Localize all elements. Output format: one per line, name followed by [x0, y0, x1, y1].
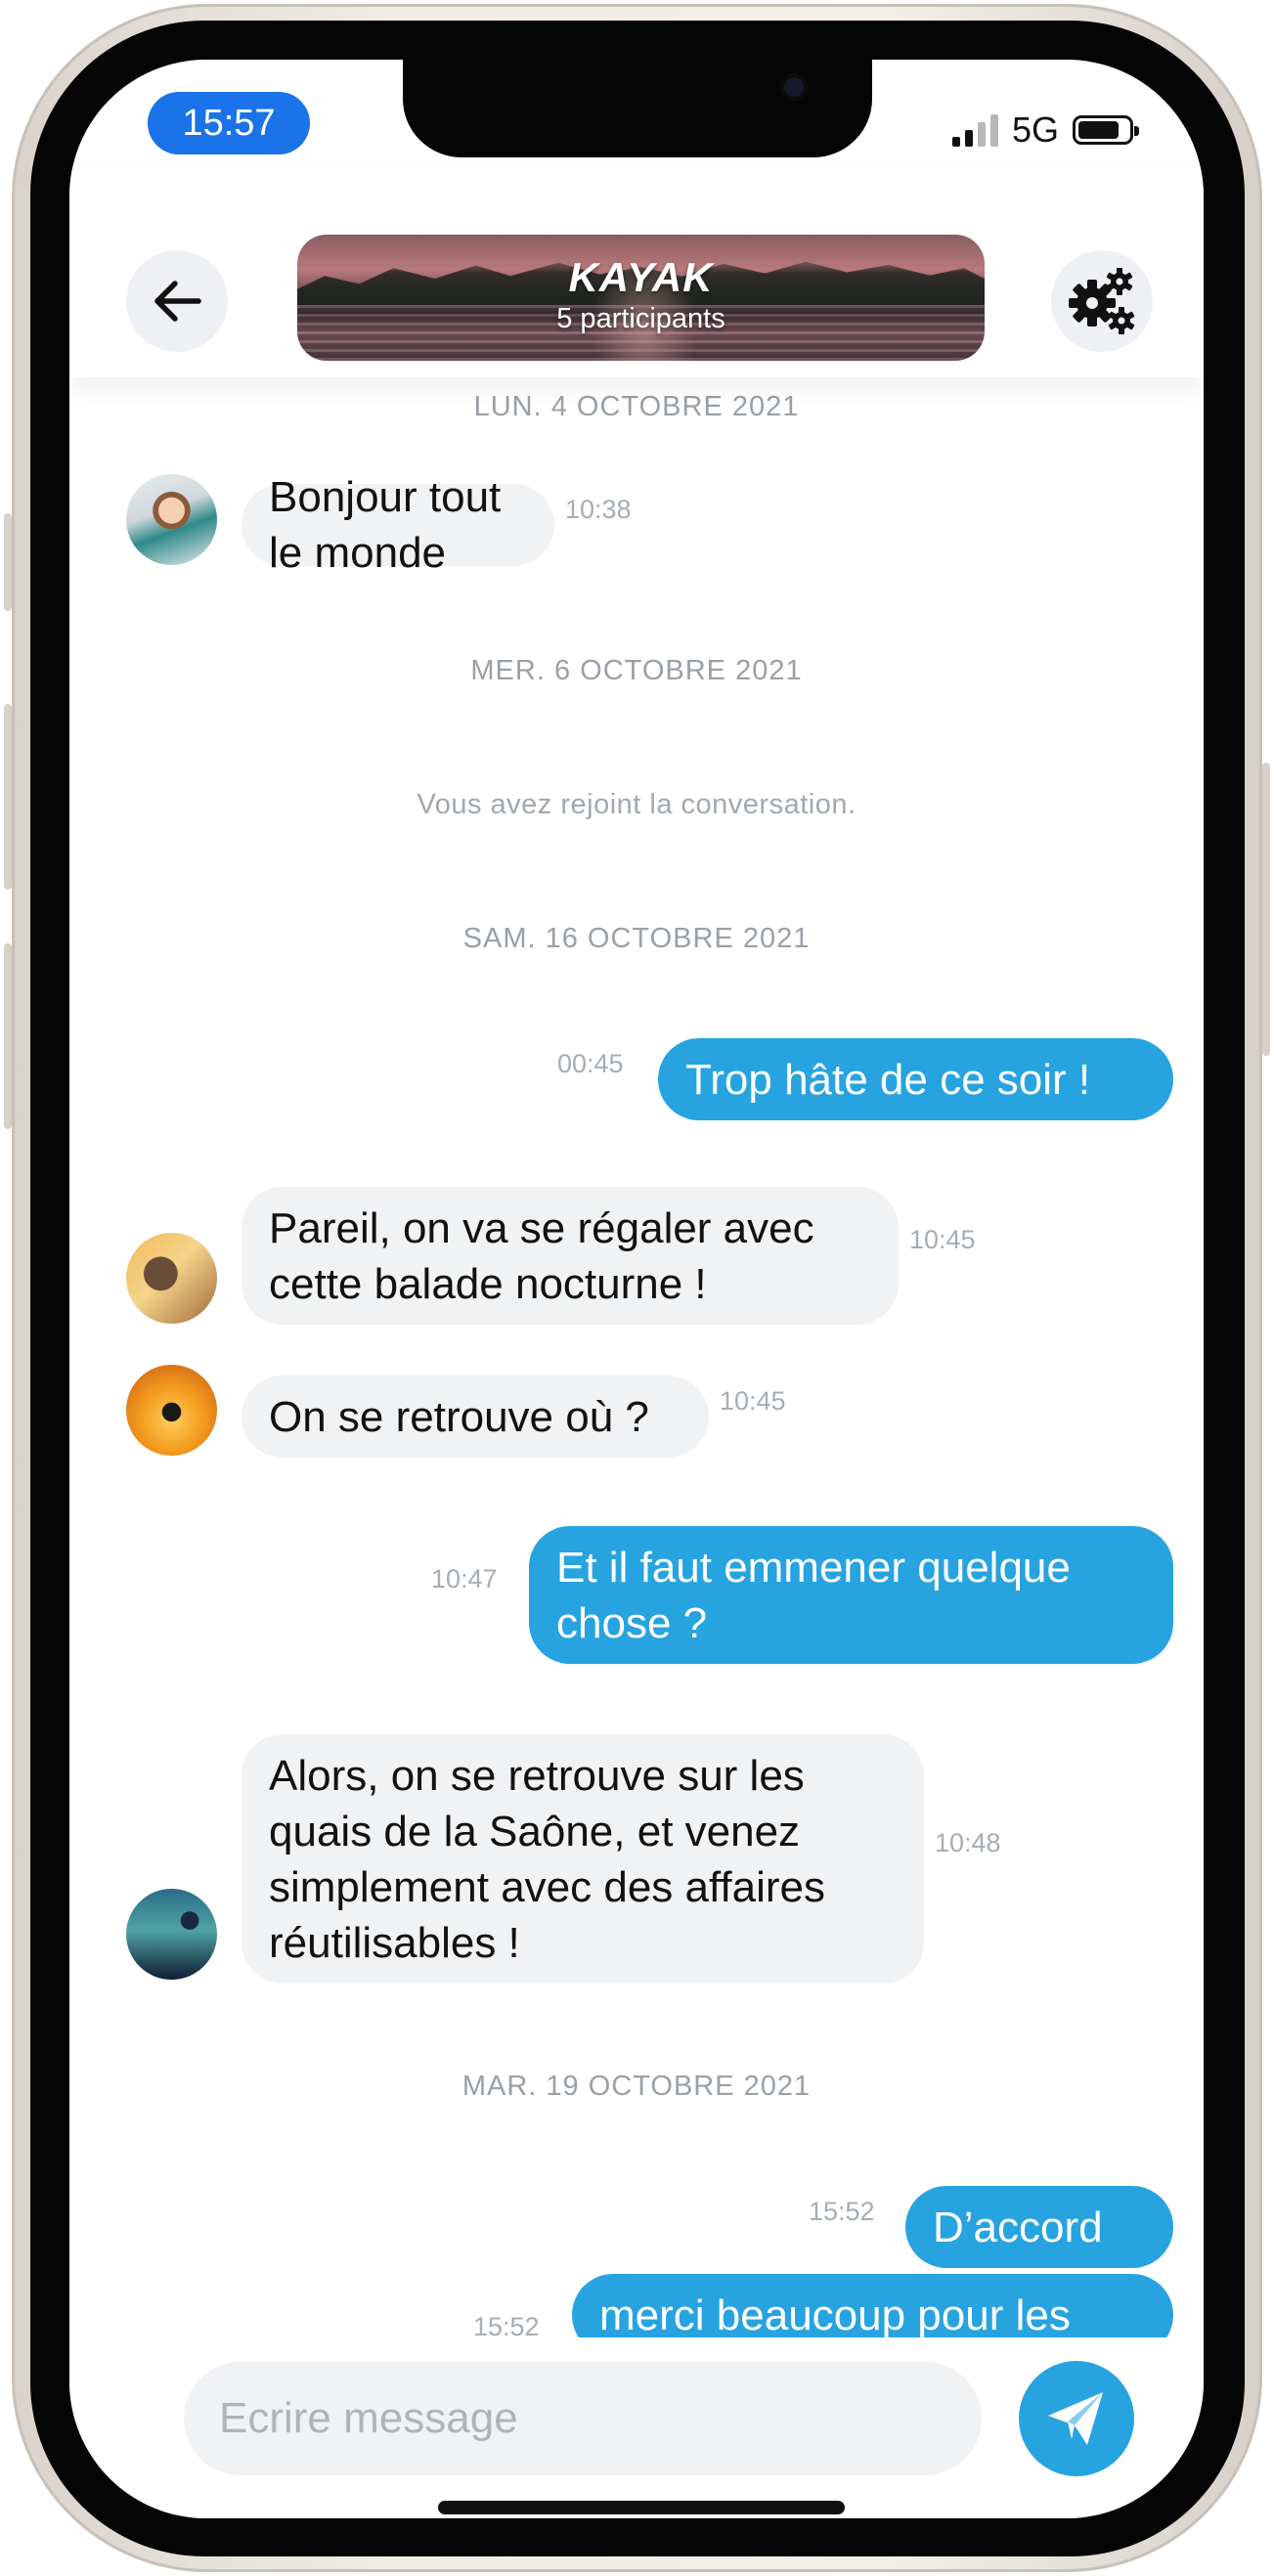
outgoing-message-bubble[interactable]: Trop hâte de ce soir !	[658, 1038, 1173, 1120]
back-button[interactable]	[126, 250, 228, 352]
composer	[69, 2337, 1204, 2518]
system-notice: Vous avez rejoint la conversation.	[417, 789, 857, 820]
send-button[interactable]	[1019, 2361, 1134, 2476]
incoming-message-bubble[interactable]: On se retrouve où ?	[242, 1375, 709, 1458]
date-separator: LUN. 4 OCTOBRE 2021	[473, 391, 800, 422]
paper-plane-icon	[1048, 2392, 1103, 2445]
message-timestamp: 10:48	[935, 1828, 1001, 1857]
home-indicator	[438, 2501, 845, 2514]
status-time: 15:57	[148, 92, 310, 154]
screen: 15:57 5G LUN. 4 OCTOBRE 2021 Bonjour tout…	[69, 60, 1204, 2518]
notch	[403, 60, 872, 157]
settings-button[interactable]	[1051, 250, 1153, 352]
group-name: KAYAK	[568, 254, 714, 300]
network-type: 5G	[1012, 109, 1060, 150]
chat-header: KAYAK 5 participants	[69, 167, 1204, 377]
signal-icon	[952, 113, 998, 147]
message-timestamp: 10:45	[909, 1225, 976, 1254]
side-button-action	[4, 513, 12, 611]
message-timestamp: 10:47	[431, 1564, 498, 1594]
date-separator: SAM. 16 OCTOBRE 2021	[462, 923, 811, 954]
status-indicators: 5G	[952, 109, 1140, 150]
message-text: merci beaucoup pour les	[599, 2291, 1071, 2339]
message-text: Pareil, on va se régaler avec cette bala…	[269, 1203, 814, 1308]
message-list[interactable]: LUN. 4 OCTOBRE 2021 Bonjour tout le monde…	[69, 60, 1204, 2356]
avatar[interactable]	[126, 1365, 217, 1456]
message-text: Alors, on se retrouve sur les quais de l…	[269, 1751, 826, 1967]
battery-icon	[1073, 115, 1140, 145]
message-input[interactable]	[184, 2362, 982, 2475]
participant-count: 5 participants	[556, 303, 725, 334]
incoming-message-bubble[interactable]: Bonjour tout le monde	[242, 473, 554, 577]
avatar[interactable]	[126, 474, 217, 565]
outgoing-message-bubble[interactable]: Et il faut emmener quelque chose ?	[529, 1526, 1173, 1664]
side-button-volume-down	[4, 943, 12, 1129]
message-timestamp: 10:45	[720, 1386, 786, 1416]
date-separator: MAR. 19 OCTOBRE 2021	[461, 2071, 812, 2102]
message-timestamp: 10:38	[565, 495, 632, 524]
incoming-message-bubble[interactable]: Pareil, on va se régaler avec cette bala…	[242, 1187, 899, 1325]
gears-icon	[1069, 268, 1135, 334]
side-button-volume-up	[4, 704, 12, 890]
message-text: On se retrouve où ?	[269, 1392, 649, 1441]
message-timestamp: 00:45	[557, 1049, 624, 1078]
group-banner[interactable]: KAYAK 5 participants	[297, 235, 985, 361]
outgoing-message-bubble[interactable]: D’accord	[905, 2186, 1173, 2268]
side-button-power	[1262, 763, 1270, 1056]
message-text: Bonjour tout le monde	[269, 473, 502, 577]
arrow-left-icon	[154, 281, 201, 322]
message-timestamp: 15:52	[809, 2197, 875, 2226]
date-separator: MER. 6 OCTOBRE 2021	[470, 655, 803, 686]
avatar[interactable]	[126, 1889, 217, 1980]
avatar[interactable]	[126, 1233, 217, 1324]
message-text: Trop hâte de ce soir !	[685, 1055, 1091, 1104]
message-text: D’accord	[933, 2203, 1103, 2251]
message-text: Et il faut emmener quelque chose ?	[556, 1543, 1071, 1647]
incoming-message-bubble[interactable]: Alors, on se retrouve sur les quais de l…	[242, 1734, 924, 1984]
front-camera	[780, 73, 808, 101]
